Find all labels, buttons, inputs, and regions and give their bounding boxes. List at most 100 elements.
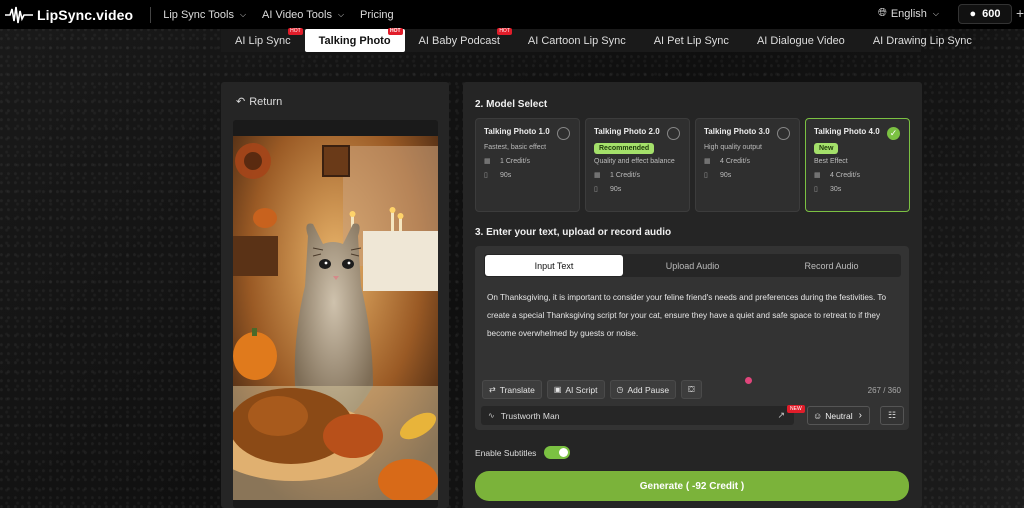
clock-icon: ◷ [616,385,624,394]
waveform-icon: ∿ [488,411,495,420]
top-navigation-bar: LipSync.video Lip Sync Tools ⌵ AI Video … [0,0,1024,29]
language-label: English [890,7,927,20]
new-badge: New [814,143,839,154]
input-mode-switch: Input Text Upload Audio Record Audio [484,254,901,277]
tab-label: AI Dialogue Video [756,34,845,47]
toggle-knob [559,448,569,457]
translate-button[interactable]: ⇄ Translate [482,380,542,399]
tab-ai-cartoon-lip-sync[interactable]: AI Cartoon Lip Sync [514,29,640,52]
link-icon[interactable]: ↗ [777,410,785,421]
tab-label: AI Lip Sync [235,34,291,47]
translate-label: Translate [499,384,535,395]
database-icon: ▦ [594,172,601,179]
model-card-1-0[interactable]: Talking Photo 1.0 Fastest, basic effect … [475,118,580,212]
hot-badge: HOT [387,28,403,35]
cursor-dot [745,377,752,384]
tab-ai-drawing-lip-sync[interactable]: AI Drawing Lip Sync [859,29,986,52]
model-radio[interactable] [777,127,790,140]
model-radio[interactable] [557,127,570,140]
photo-panel: ↶ Return [221,82,449,508]
model-select-title: 2. Model Select [475,99,548,110]
return-arrow-icon: ↶ [236,96,246,108]
add-pause-label: Add Pause [627,384,670,395]
tab-ai-baby-podcast[interactable]: AI Baby Podcast HOT [405,28,514,52]
chevron-right-icon: › [858,410,862,421]
model-credit-row: ▦ 1 Credit/s [594,171,681,180]
language-selector[interactable]: 🌐︎ English ⌵ [878,7,939,20]
ai-icon: ▣ [553,385,562,394]
add-credits-button[interactable]: + [1016,5,1024,21]
sliders-icon: ☷ [887,410,897,420]
model-duration: 90s [610,185,622,193]
emotion-selector[interactable]: ☺ Neutral › [807,406,870,425]
voice-selector[interactable]: ∿ Trustworth Man ↗ [481,406,794,425]
tab-ai-dialogue-video[interactable]: AI Dialogue Video [743,29,859,52]
chevron-down-icon: ⌵ [239,9,247,19]
tab-label: AI Drawing Lip Sync [872,34,972,47]
subtitles-row: Enable Subtitles [475,446,571,459]
input-section-title: 3. Enter your text, upload or record aud… [475,227,672,238]
model-description: Quality and effect balance [594,158,675,165]
tab-label: Talking Photo [318,34,391,47]
model-card-3-0[interactable]: Talking Photo 3.0 High quality output ▦ … [695,118,800,212]
waveform-logo-icon [5,6,33,23]
mode-record-audio[interactable]: Record Audio [762,255,901,276]
mode-input-text[interactable]: Input Text [485,255,623,276]
model-credit-row: ▦ 4 Credit/s [704,157,791,166]
nav-lip-sync-tools[interactable]: Lip Sync Tools ⌵ [163,9,246,21]
chevron-down-icon: ⌵ [337,9,345,19]
model-duration-row: ▯ 90s [484,171,571,180]
nav-divider [150,6,152,23]
model-description: High quality output [704,144,762,151]
emotion-label: Neutral [825,410,853,421]
model-card-2-0[interactable]: Talking Photo 2.0 Recommended Quality an… [585,118,690,212]
nav-label: AI Video Tools [262,8,332,21]
brand-logo[interactable]: LipSync.video [5,0,133,29]
model-credit: 1 Credit/s [610,171,640,179]
video-icon: ▯ [814,186,818,193]
video-icon: ▯ [484,172,488,179]
character-counter: 267 / 360 [867,386,901,395]
model-description: Fastest, basic effect [484,144,547,151]
ai-script-label: AI Script [565,384,598,395]
model-credit: 4 Credit/s [830,171,860,179]
coins-icon: ● [969,8,977,20]
subtitles-toggle[interactable] [544,446,571,459]
brand-name: LipSync.video [37,6,134,23]
return-button[interactable]: ↶ Return [236,95,282,109]
tab-label: AI Pet Lip Sync [653,34,729,47]
smile-icon: ☺ [813,410,823,421]
script-textarea[interactable]: On Thanksgiving, it is important to cons… [487,289,897,343]
model-duration: 90s [720,171,732,179]
generate-button[interactable]: Generate ( -92 Credit ) [475,471,909,501]
video-icon: ▯ [594,186,598,193]
model-description: Best Effect [814,158,848,165]
model-card-4-0[interactable]: Talking Photo 4.0 ✓ New Best Effect ▦ 4 … [805,118,910,212]
hot-badge: HOT [497,28,512,35]
settings-sliders-button[interactable]: ☷ [880,406,904,425]
database-icon: ▦ [484,158,491,165]
model-credit-row: ▦ 1 Credit/s [484,157,571,166]
tab-ai-lip-sync[interactable]: AI Lip Sync HOT [221,28,305,52]
settings-panel: 2. Model Select Talking Photo 1.0 Fastes… [463,82,922,508]
checkmark-icon[interactable]: ✓ [887,127,900,140]
tab-talking-photo[interactable]: Talking Photo HOT [304,28,405,52]
ai-script-button[interactable]: ▣ AI Script [546,380,605,399]
add-pause-button[interactable]: ◷ Add Pause [609,380,677,399]
subtitles-label: Enable Subtitles [475,447,537,458]
nav-ai-video-tools[interactable]: AI Video Tools ⌵ [262,9,344,21]
model-duration: 30s [830,185,842,193]
nav-label: Lip Sync Tools [163,8,234,21]
dice-button[interactable]: ⛋ [681,380,702,399]
credits-value: 600 [982,8,1001,20]
credits-badge[interactable]: ● 600 [958,4,1012,24]
mode-upload-audio[interactable]: Upload Audio [623,255,762,276]
nav-pricing[interactable]: Pricing [360,9,394,21]
model-duration-row: ▯ 90s [704,171,791,180]
model-credit-row: ▦ 4 Credit/s [814,171,901,180]
text-tools: ⇄ Translate ▣ AI Script ◷ Add Pause ⛋ [482,380,702,399]
translate-icon: ⇄ [489,385,496,394]
uploaded-photo[interactable] [233,136,438,500]
tab-ai-pet-lip-sync[interactable]: AI Pet Lip Sync [640,29,743,52]
model-radio[interactable] [667,127,680,140]
